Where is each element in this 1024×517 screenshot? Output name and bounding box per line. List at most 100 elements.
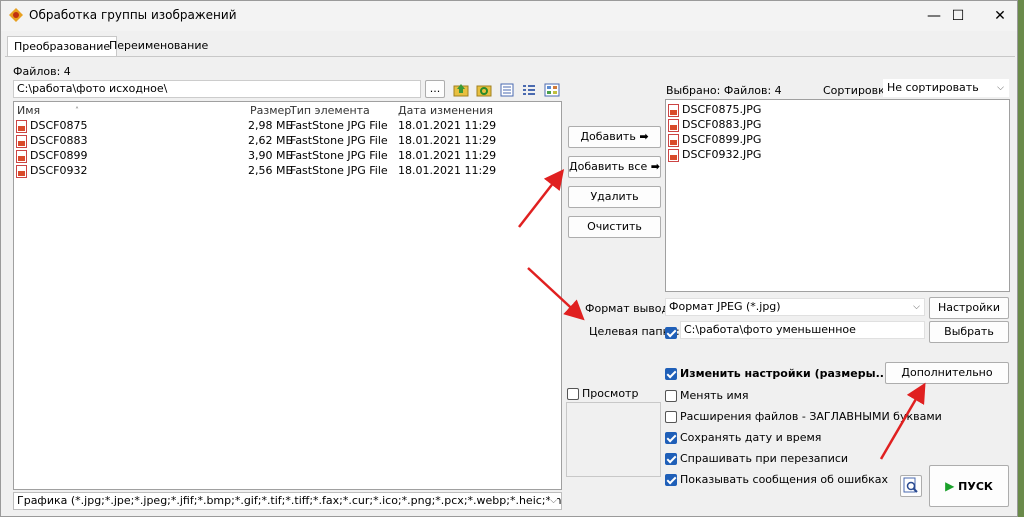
refresh-folder-icon[interactable]	[476, 82, 492, 98]
chevron-down-icon: ⌵	[550, 493, 557, 509]
source-list-header: Имя ˄ Размер Тип элемента Дата изменения	[14, 103, 561, 118]
source-file-row[interactable]: DSCF0883 2,62 МБ FastStone JPG File 18.0…	[14, 133, 561, 148]
target-folder-checkbox[interactable]	[665, 327, 677, 339]
source-file-row[interactable]: DSCF0875 2,98 МБ FastStone JPG File 18.0…	[14, 118, 561, 133]
file-type: FastStone JPG File	[290, 149, 388, 162]
selected-file-name: DSCF0932.JPG	[682, 148, 762, 161]
col-date[interactable]: Дата изменения	[398, 103, 493, 118]
selected-file-name: DSCF0875.JPG	[682, 103, 762, 116]
thumbnail-view-icon[interactable]	[544, 82, 560, 98]
jpg-file-icon	[668, 148, 679, 162]
col-type[interactable]: Тип элемента	[290, 103, 370, 118]
file-date: 18.01.2021 11:29	[398, 134, 497, 147]
change-settings-checkbox[interactable]	[665, 368, 677, 380]
run-button-label: ПУСК	[958, 480, 993, 493]
choose-folder-button[interactable]: Выбрать	[929, 321, 1009, 343]
selected-file-item[interactable]: DSCF0899.JPG	[668, 132, 1011, 147]
uppercase-ext-label: Расширения файлов - ЗАГЛАВНЫМИ буквами	[680, 410, 942, 423]
file-filter-select[interactable]: Графика (*.jpg;*.jpe;*.jpeg;*.jfif;*.bmp…	[13, 492, 562, 510]
ask-overwrite-checkbox[interactable]	[665, 453, 677, 465]
file-size: 2,62 МБ	[248, 134, 294, 147]
jpg-file-icon	[16, 164, 27, 178]
show-errors-checkbox[interactable]	[665, 474, 677, 486]
file-size: 3,90 МБ	[248, 149, 294, 162]
preview-box	[566, 402, 661, 477]
browse-button[interactable]: ...	[425, 80, 445, 98]
file-type: FastStone JPG File	[290, 164, 388, 177]
title-bar: Обработка группы изображений — ☐ ✕	[1, 1, 1017, 31]
uppercase-ext-checkbox[interactable]	[665, 411, 677, 423]
list-view-icon[interactable]	[499, 82, 515, 98]
ask-overwrite-label: Спрашивать при перезаписи	[680, 452, 849, 465]
format-value: Формат JPEG (*.jpg)	[669, 300, 781, 313]
clear-button[interactable]: Очистить	[568, 216, 661, 238]
files-count: Файлов: 4	[13, 65, 71, 78]
arrow-right-icon: ➡	[650, 160, 660, 173]
preview-checkbox[interactable]	[567, 388, 579, 400]
window-title: Обработка группы изображений	[29, 8, 237, 22]
advanced-button[interactable]: Дополнительно	[885, 362, 1009, 384]
settings-button[interactable]: Настройки	[929, 297, 1009, 319]
add-all-button-label: Добавить все	[569, 160, 648, 173]
target-folder-field[interactable]: C:\работа\фото уменьшенное	[680, 321, 925, 339]
jpg-file-icon	[16, 134, 27, 148]
preview-label: Просмотр	[582, 387, 639, 400]
keep-date-label: Сохранять дату и время	[680, 431, 822, 444]
file-size: 2,98 МБ	[248, 119, 294, 132]
source-path-field[interactable]: C:\работа\фото исходное\	[13, 80, 421, 98]
add-all-button[interactable]: Добавить все ➡	[568, 156, 661, 178]
add-button[interactable]: Добавить ➡	[568, 126, 661, 148]
chevron-down-icon: ⌵	[913, 302, 920, 312]
sort-select[interactable]: Не сортировать ⌵	[883, 79, 1009, 97]
selected-file-list[interactable]: DSCF0875.JPG DSCF0883.JPG DSCF0899.JPG D…	[665, 99, 1010, 292]
batch-window: Обработка группы изображений — ☐ ✕ Преоб…	[0, 0, 1018, 517]
close-icon[interactable]: ✕	[977, 1, 1017, 31]
file-name: DSCF0932	[30, 164, 88, 177]
file-date: 18.01.2021 11:29	[398, 164, 497, 177]
tab-convert[interactable]: Преобразование	[7, 36, 118, 57]
file-name: DSCF0883	[30, 134, 88, 147]
jpg-file-icon	[668, 103, 679, 117]
rename-label: Менять имя	[680, 389, 749, 402]
file-type: FastStone JPG File	[290, 119, 388, 132]
jpg-file-icon	[16, 119, 27, 133]
details-view-icon[interactable]	[521, 82, 537, 98]
selected-file-item[interactable]: DSCF0883.JPG	[668, 117, 1011, 132]
jpg-file-icon	[668, 133, 679, 147]
preview-zoom-button[interactable]	[900, 475, 922, 497]
selected-count: Выбрано: Файлов: 4	[666, 84, 782, 97]
run-button[interactable]: ▶ ПУСК	[929, 465, 1009, 507]
desktop-background	[1018, 0, 1024, 517]
jpg-file-icon	[668, 118, 679, 132]
folder-up-icon[interactable]	[453, 82, 469, 98]
sort-arrow-icon: ˄	[75, 106, 79, 115]
file-date: 18.01.2021 11:29	[398, 119, 497, 132]
source-file-list[interactable]: Имя ˄ Размер Тип элемента Дата изменения…	[13, 101, 562, 490]
maximize-icon[interactable]: ☐	[935, 1, 981, 31]
sort-value: Не сортировать	[887, 81, 979, 94]
selected-file-item[interactable]: DSCF0875.JPG	[668, 102, 1011, 117]
source-file-row[interactable]: DSCF0899 3,90 МБ FastStone JPG File 18.0…	[14, 148, 561, 163]
rename-checkbox[interactable]	[665, 390, 677, 402]
change-settings-label: Изменить настройки (размеры...)	[680, 367, 894, 380]
format-select[interactable]: Формат JPEG (*.jpg) ⌵	[665, 298, 925, 316]
add-button-label: Добавить	[580, 130, 636, 143]
file-type: FastStone JPG File	[290, 134, 388, 147]
tab-rename[interactable]: Переименование	[103, 36, 214, 56]
arrow-right-icon: ➡	[639, 130, 649, 143]
source-file-row[interactable]: DSCF0932 2,56 МБ FastStone JPG File 18.0…	[14, 163, 561, 178]
col-name[interactable]: Имя	[17, 103, 40, 118]
file-name: DSCF0875	[30, 119, 88, 132]
play-icon: ▶	[945, 479, 955, 493]
keep-date-checkbox[interactable]	[665, 432, 677, 444]
selected-file-name: DSCF0883.JPG	[682, 118, 762, 131]
magnifier-icon	[903, 477, 918, 493]
show-errors-label: Показывать сообщения об ошибках	[680, 473, 889, 486]
col-size[interactable]: Размер	[250, 103, 291, 118]
file-date: 18.01.2021 11:29	[398, 149, 497, 162]
jpg-file-icon	[16, 149, 27, 163]
delete-button[interactable]: Удалить	[568, 186, 661, 208]
selected-file-item[interactable]: DSCF0932.JPG	[668, 147, 1011, 162]
file-size: 2,56 МБ	[248, 164, 294, 177]
app-icon	[9, 8, 23, 22]
